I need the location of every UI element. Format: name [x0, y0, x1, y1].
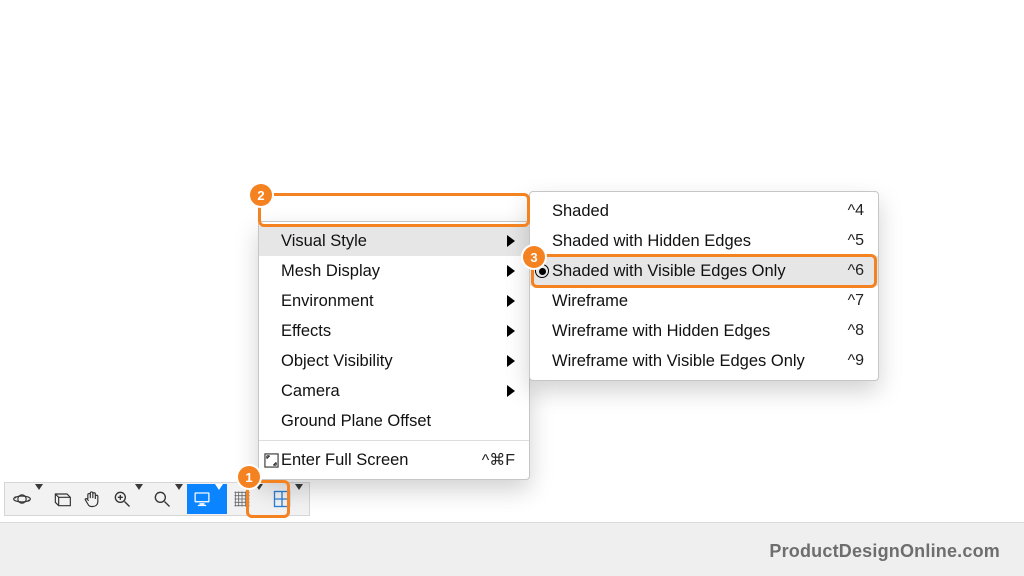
- monitor-icon: [191, 488, 213, 510]
- submenu-item-label: Wireframe with Hidden Edges: [552, 322, 820, 341]
- submenu-item-shortcut: ^6: [848, 262, 864, 280]
- submenu-arrow-icon: [507, 295, 515, 307]
- orbit-icon: [11, 488, 33, 510]
- dropdown-icon: [295, 490, 303, 508]
- zoom-tool[interactable]: [107, 484, 147, 514]
- menu-item-camera[interactable]: Camera: [259, 376, 529, 406]
- menu-item-label: Enter Full Screen: [281, 451, 454, 470]
- menu-item-visual-style[interactable]: Visual Style: [259, 226, 529, 256]
- submenu-item-label: Shaded with Hidden Edges: [552, 232, 820, 251]
- menu-item-label: Object Visibility: [281, 352, 479, 371]
- submenu-item-shaded-visible-edges[interactable]: Shaded with Visible Edges Only ^6: [530, 256, 878, 286]
- fullscreen-icon: [263, 452, 279, 468]
- submenu-arrow-icon: [507, 235, 515, 247]
- dropdown-icon: [175, 490, 183, 508]
- orbit-tool[interactable]: [7, 484, 47, 514]
- display-settings-menu: Visual Style Mesh Display Environment Ef…: [258, 221, 530, 480]
- menu-separator: [259, 440, 529, 441]
- dropdown-icon: [255, 490, 263, 508]
- pan-hand-icon: [81, 488, 103, 510]
- submenu-item-wireframe-visible-edges[interactable]: Wireframe with Visible Edges Only ^9: [530, 346, 878, 376]
- dropdown-icon: [215, 490, 223, 508]
- menu-item-enter-full-screen[interactable]: Enter Full Screen ^⌘F: [259, 445, 529, 475]
- visual-style-submenu: Shaded ^4 Shaded with Hidden Edges ^5 Sh…: [529, 191, 879, 381]
- submenu-item-wireframe-hidden-edges[interactable]: Wireframe with Hidden Edges ^8: [530, 316, 878, 346]
- menu-item-shortcut: ^⌘F: [482, 450, 515, 470]
- submenu-item-label: Wireframe: [552, 292, 820, 311]
- submenu-item-shortcut: ^9: [848, 352, 864, 370]
- menu-item-object-visibility[interactable]: Object Visibility: [259, 346, 529, 376]
- menu-item-effects[interactable]: Effects: [259, 316, 529, 346]
- submenu-arrow-icon: [507, 325, 515, 337]
- dropdown-icon: [35, 490, 43, 508]
- submenu-arrow-icon: [507, 265, 515, 277]
- menu-item-label: Ground Plane Offset: [281, 412, 515, 431]
- fit-tool[interactable]: [147, 484, 187, 514]
- menu-item-mesh-display[interactable]: Mesh Display: [259, 256, 529, 286]
- pan-tool[interactable]: [77, 484, 107, 514]
- watermark-text: ProductDesignOnline.com: [769, 541, 1000, 562]
- viewports-icon: [271, 488, 293, 510]
- submenu-item-label: Shaded with Visible Edges Only: [552, 262, 820, 281]
- menu-item-label: Mesh Display: [281, 262, 479, 281]
- footer-panel: ProductDesignOnline.com: [0, 522, 1024, 576]
- submenu-item-label: Shaded: [552, 202, 820, 221]
- menu-item-label: Camera: [281, 382, 479, 401]
- submenu-arrow-icon: [507, 385, 515, 397]
- submenu-item-shaded-hidden-edges[interactable]: Shaded with Hidden Edges ^5: [530, 226, 878, 256]
- grid-tool[interactable]: [227, 484, 267, 514]
- look-at-tool[interactable]: [47, 484, 77, 514]
- display-settings-tool[interactable]: [187, 484, 227, 514]
- dropdown-icon: [135, 490, 143, 508]
- annotation-badge-3: 3: [523, 246, 545, 268]
- submenu-item-wireframe[interactable]: Wireframe ^7: [530, 286, 878, 316]
- menu-item-label: Visual Style: [281, 232, 479, 251]
- look-at-icon: [51, 488, 73, 510]
- grid-icon: [231, 488, 253, 510]
- submenu-item-shortcut: ^5: [848, 232, 864, 250]
- fit-icon: [151, 488, 173, 510]
- menu-item-label: Effects: [281, 322, 479, 341]
- menu-item-label: Environment: [281, 292, 479, 311]
- annotation-badge-2: 2: [250, 184, 272, 206]
- submenu-item-label: Wireframe with Visible Edges Only: [552, 352, 820, 371]
- annotation-badge-1: 1: [238, 466, 260, 488]
- menu-item-environment[interactable]: Environment: [259, 286, 529, 316]
- viewports-tool[interactable]: [267, 484, 307, 514]
- viewport-toolbar: [4, 482, 310, 516]
- submenu-arrow-icon: [507, 355, 515, 367]
- submenu-item-shortcut: ^4: [848, 202, 864, 220]
- submenu-item-shaded[interactable]: Shaded ^4: [530, 196, 878, 226]
- submenu-item-shortcut: ^8: [848, 322, 864, 340]
- menu-item-ground-plane-offset[interactable]: Ground Plane Offset: [259, 406, 529, 436]
- zoom-icon: [111, 488, 133, 510]
- submenu-item-shortcut: ^7: [848, 292, 864, 310]
